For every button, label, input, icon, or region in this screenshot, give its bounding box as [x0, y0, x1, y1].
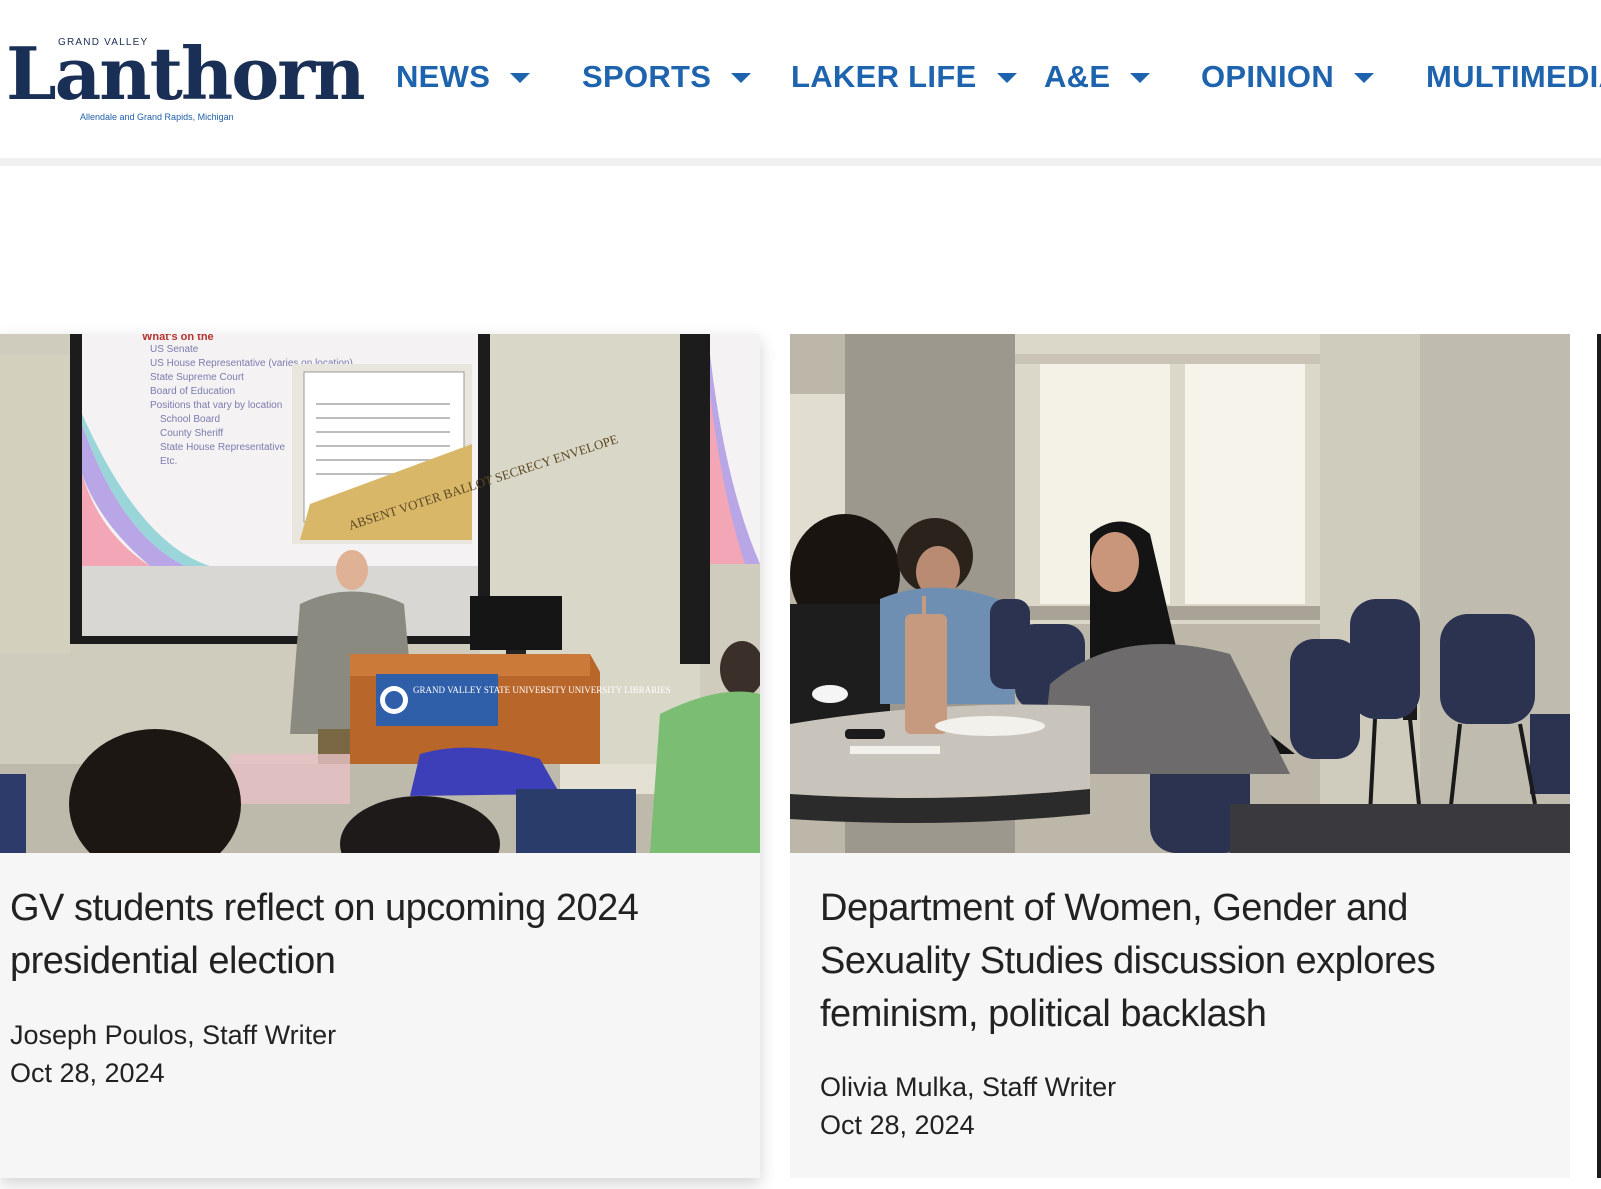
- nav-item-label: LAKER LIFE: [791, 59, 977, 94]
- article-date: Oct 28, 2024: [10, 1058, 165, 1088]
- article-author[interactable]: Joseph Poulos, Staff Writer: [10, 1020, 336, 1051]
- slide-bullet: School Board: [160, 414, 220, 425]
- nav-item-label: OPINION: [1201, 59, 1335, 94]
- next-article-card-edge[interactable]: [1597, 334, 1601, 1178]
- nav-item-label: SPORTS: [582, 59, 712, 94]
- photo-seated-students: [790, 334, 1570, 853]
- article-author[interactable]: Olivia Mulka, Staff Writer: [820, 1072, 1116, 1103]
- slide-bullet: County Sheriff: [160, 428, 223, 439]
- article-title[interactable]: Department of Women, Gender and Sexualit…: [820, 882, 1560, 1041]
- nav-item-ae[interactable]: A&E: [1044, 52, 1151, 102]
- slide-bullet: Etc.: [160, 456, 177, 467]
- article-photo-discussion[interactable]: [790, 334, 1570, 853]
- nav-item-news[interactable]: NEWS: [396, 52, 531, 102]
- article-date: Oct 28, 2024: [820, 1110, 975, 1140]
- article-card[interactable]: What's on the US Senate US House Represe…: [0, 334, 760, 1178]
- slide-heading: What's on the: [142, 334, 214, 343]
- page: GRAND VALLEY Lanthorn Allendale and Gran…: [0, 0, 1601, 1189]
- logo-tagline: Allendale and Grand Rapids, Michigan: [80, 112, 234, 122]
- slide-bullet: Positions that vary by location: [150, 400, 282, 411]
- nav-item-opinion[interactable]: OPINION: [1201, 52, 1375, 102]
- site-header: GRAND VALLEY Lanthorn Allendale and Gran…: [0, 0, 1601, 158]
- caret-down-icon: [1354, 73, 1375, 83]
- slide-bullet: State Supreme Court: [150, 372, 244, 383]
- main-nav: NEWS SPORTS LAKER LIFE A&E OPINION MULTI…: [0, 52, 1601, 102]
- slide-bullet: US Senate: [150, 344, 199, 355]
- photo-speaker-at-podium: What's on the US Senate US House Represe…: [0, 334, 760, 853]
- header-divider: [0, 158, 1601, 166]
- slide-bullet: State House Representative: [160, 442, 286, 453]
- nav-item-label: A&E: [1044, 59, 1111, 94]
- slide-bullet: Board of Education: [150, 386, 235, 397]
- nav-item-multimedia[interactable]: MULTIMEDIA: [1426, 52, 1601, 102]
- caret-down-icon: [731, 73, 752, 83]
- article-title[interactable]: GV students reflect on upcoming 2024 pre…: [10, 882, 710, 988]
- nav-item-label: MULTIMEDIA: [1426, 59, 1601, 94]
- caret-down-icon: [510, 73, 531, 83]
- nav-item-laker-life[interactable]: LAKER LIFE: [791, 52, 1017, 102]
- article-photo-election-talk[interactable]: What's on the US Senate US House Represe…: [0, 334, 760, 853]
- nav-item-label: NEWS: [396, 59, 491, 94]
- nav-item-sports[interactable]: SPORTS: [582, 52, 752, 102]
- article-card[interactable]: Department of Women, Gender and Sexualit…: [790, 334, 1570, 1178]
- caret-down-icon: [996, 73, 1017, 83]
- podium-sign: GRAND VALLEY STATE UNIVERSITY UNIVERSITY…: [413, 685, 671, 695]
- caret-down-icon: [1130, 73, 1151, 83]
